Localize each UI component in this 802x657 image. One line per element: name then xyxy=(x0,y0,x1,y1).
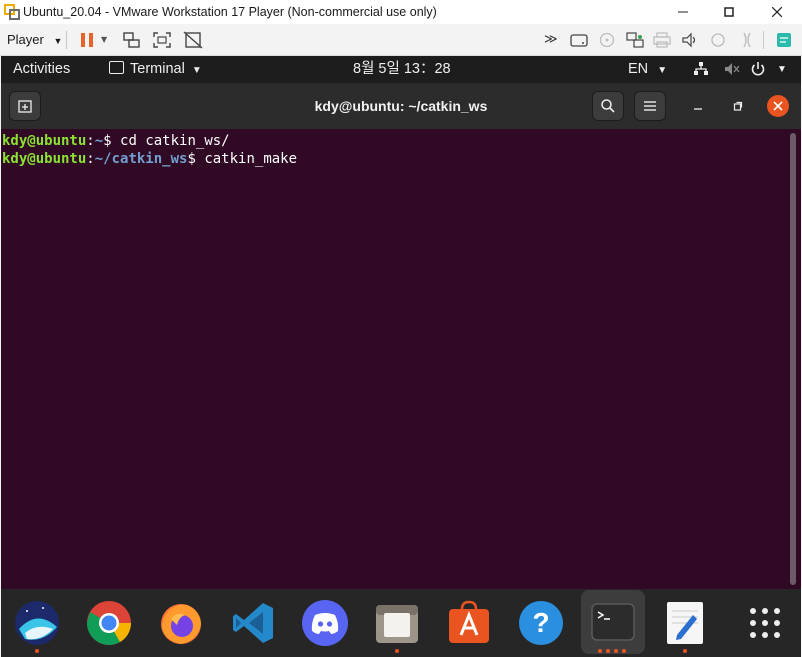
player-menu-label: Player xyxy=(7,32,44,47)
unity-icon[interactable] xyxy=(181,28,205,52)
prompt-path: ~/catkin_ws xyxy=(94,151,188,167)
send-ctrl-alt-del-icon[interactable] xyxy=(120,28,144,52)
restore-icon xyxy=(733,101,743,111)
player-menu[interactable]: Player ▼ xyxy=(7,24,62,55)
dock-app-ubuntu-software[interactable] xyxy=(442,596,496,650)
activities-button[interactable]: Activities xyxy=(13,56,70,83)
ubuntu-top-panel: Activities Terminal ▼ 8월 5일 13：28 EN ▼ ▼ xyxy=(1,56,801,83)
dock-app-chrome[interactable] xyxy=(82,596,136,650)
sound-card-icon[interactable] xyxy=(678,28,702,52)
terminal-restore-button[interactable] xyxy=(728,96,748,116)
app-menu[interactable]: Terminal ▼ xyxy=(109,56,202,83)
app-grid-icon xyxy=(750,608,780,638)
dock-app-files[interactable] xyxy=(370,596,424,650)
printer-icon[interactable] xyxy=(650,28,674,52)
command-text: catkin_make xyxy=(204,151,298,167)
dock-app-help[interactable]: ? xyxy=(514,596,568,650)
pause-icon[interactable] xyxy=(75,28,99,52)
prompt-separator: : xyxy=(86,133,95,149)
svg-text:?: ? xyxy=(532,607,549,638)
dock-app-vscode[interactable] xyxy=(226,596,280,650)
caret-down-icon[interactable]: ▼ xyxy=(777,56,787,83)
terminal-scrollbar[interactable] xyxy=(790,133,796,585)
chrome-icon xyxy=(87,601,131,645)
firefox-icon xyxy=(161,604,201,644)
power-icon[interactable] xyxy=(750,61,766,81)
clock[interactable]: 8월 5일 13：28 xyxy=(353,56,451,83)
terminal-body[interactable] xyxy=(1,129,801,589)
terminal-line: kdy@ubuntu:~$ cd catkin_ws/ xyxy=(2,132,230,150)
prompt-user: kdy@ubuntu xyxy=(2,133,87,149)
running-indicator xyxy=(622,649,626,653)
new-tab-icon xyxy=(18,100,32,113)
hamburger-icon xyxy=(644,101,656,111)
running-indicator xyxy=(606,649,610,653)
prompt-separator: : xyxy=(86,151,95,167)
terminal-small-icon xyxy=(109,61,124,74)
network-wired-icon[interactable] xyxy=(693,61,709,81)
prompt-symbol: $ xyxy=(187,151,205,167)
running-indicator xyxy=(683,649,687,653)
window-title: Ubuntu_20.04 - VMware Workstation 17 Pla… xyxy=(23,5,437,19)
caret-down-icon: ▼ xyxy=(191,65,202,76)
discord-icon xyxy=(302,600,348,646)
display-icon[interactable] xyxy=(735,28,759,52)
terminal-close-button[interactable] xyxy=(767,95,789,117)
input-source-label: EN xyxy=(628,61,649,77)
fullscreen-icon[interactable] xyxy=(150,28,174,52)
close-button[interactable] xyxy=(754,0,800,24)
command-text: cd catkin_ws/ xyxy=(120,133,230,149)
show-applications-button[interactable] xyxy=(738,596,792,650)
running-indicator xyxy=(614,649,618,653)
vscode-icon xyxy=(233,603,273,643)
terminal-icon xyxy=(591,603,635,641)
ubuntu-software-icon xyxy=(449,600,489,643)
volume-muted-icon[interactable] xyxy=(723,61,741,81)
chevron-down-icon: ▼ xyxy=(53,36,63,46)
terminal-headerbar: kdy@ubuntu: ~/catkin_ws xyxy=(1,83,801,129)
app-menu-label: Terminal xyxy=(130,61,185,77)
terminal-title: kdy@ubuntu: ~/catkin_ws xyxy=(314,98,488,114)
running-indicator xyxy=(395,649,399,653)
close-icon xyxy=(773,101,783,111)
toolbar-divider xyxy=(763,31,764,49)
more-icon[interactable]: ≫ xyxy=(544,28,564,52)
dock-app-discord[interactable] xyxy=(298,596,352,650)
running-indicator xyxy=(35,649,39,653)
naver-whale-icon xyxy=(15,601,59,645)
minimize-button[interactable] xyxy=(660,0,706,24)
dock-app-text-editor[interactable] xyxy=(658,596,712,650)
usb-device-icon[interactable] xyxy=(706,28,730,52)
toolbar-divider xyxy=(66,31,67,49)
dock-app-firefox[interactable] xyxy=(154,596,208,650)
prompt-path: ~ xyxy=(94,133,104,149)
text-editor-icon xyxy=(667,602,703,644)
new-tab-button[interactable] xyxy=(9,91,41,121)
vmware-titlebar: Ubuntu_20.04 - VMware Workstation 17 Pla… xyxy=(0,0,802,24)
dock-app-whale[interactable] xyxy=(10,596,64,650)
terminal-minimize-button[interactable] xyxy=(688,96,708,116)
minimize-icon xyxy=(694,108,702,110)
prompt-user: kdy@ubuntu xyxy=(2,151,87,167)
pause-dropdown-icon[interactable]: ▼ xyxy=(101,28,113,52)
maximize-button[interactable] xyxy=(706,0,752,24)
hard-disk-icon[interactable] xyxy=(567,28,591,52)
prompt-symbol: $ xyxy=(103,133,121,149)
message-log-icon[interactable] xyxy=(772,28,796,52)
terminal-line: kdy@ubuntu:~/catkin_ws$ catkin_make xyxy=(2,150,297,168)
files-icon xyxy=(376,605,418,643)
menu-button[interactable] xyxy=(634,91,666,121)
vmware-logo-icon xyxy=(4,4,20,20)
network-adapter-icon[interactable] xyxy=(623,28,647,52)
search-icon xyxy=(601,99,615,113)
help-icon: ? xyxy=(519,601,563,645)
vmware-toolbar: Player ▼ ▼ ≫ xyxy=(0,24,802,56)
input-source-menu[interactable]: EN ▼ xyxy=(628,56,667,83)
cd-drive-icon[interactable] xyxy=(595,28,619,52)
running-indicator xyxy=(598,649,602,653)
search-button[interactable] xyxy=(592,91,624,121)
dock-app-terminal[interactable] xyxy=(581,590,645,654)
caret-down-icon: ▼ xyxy=(657,65,668,76)
